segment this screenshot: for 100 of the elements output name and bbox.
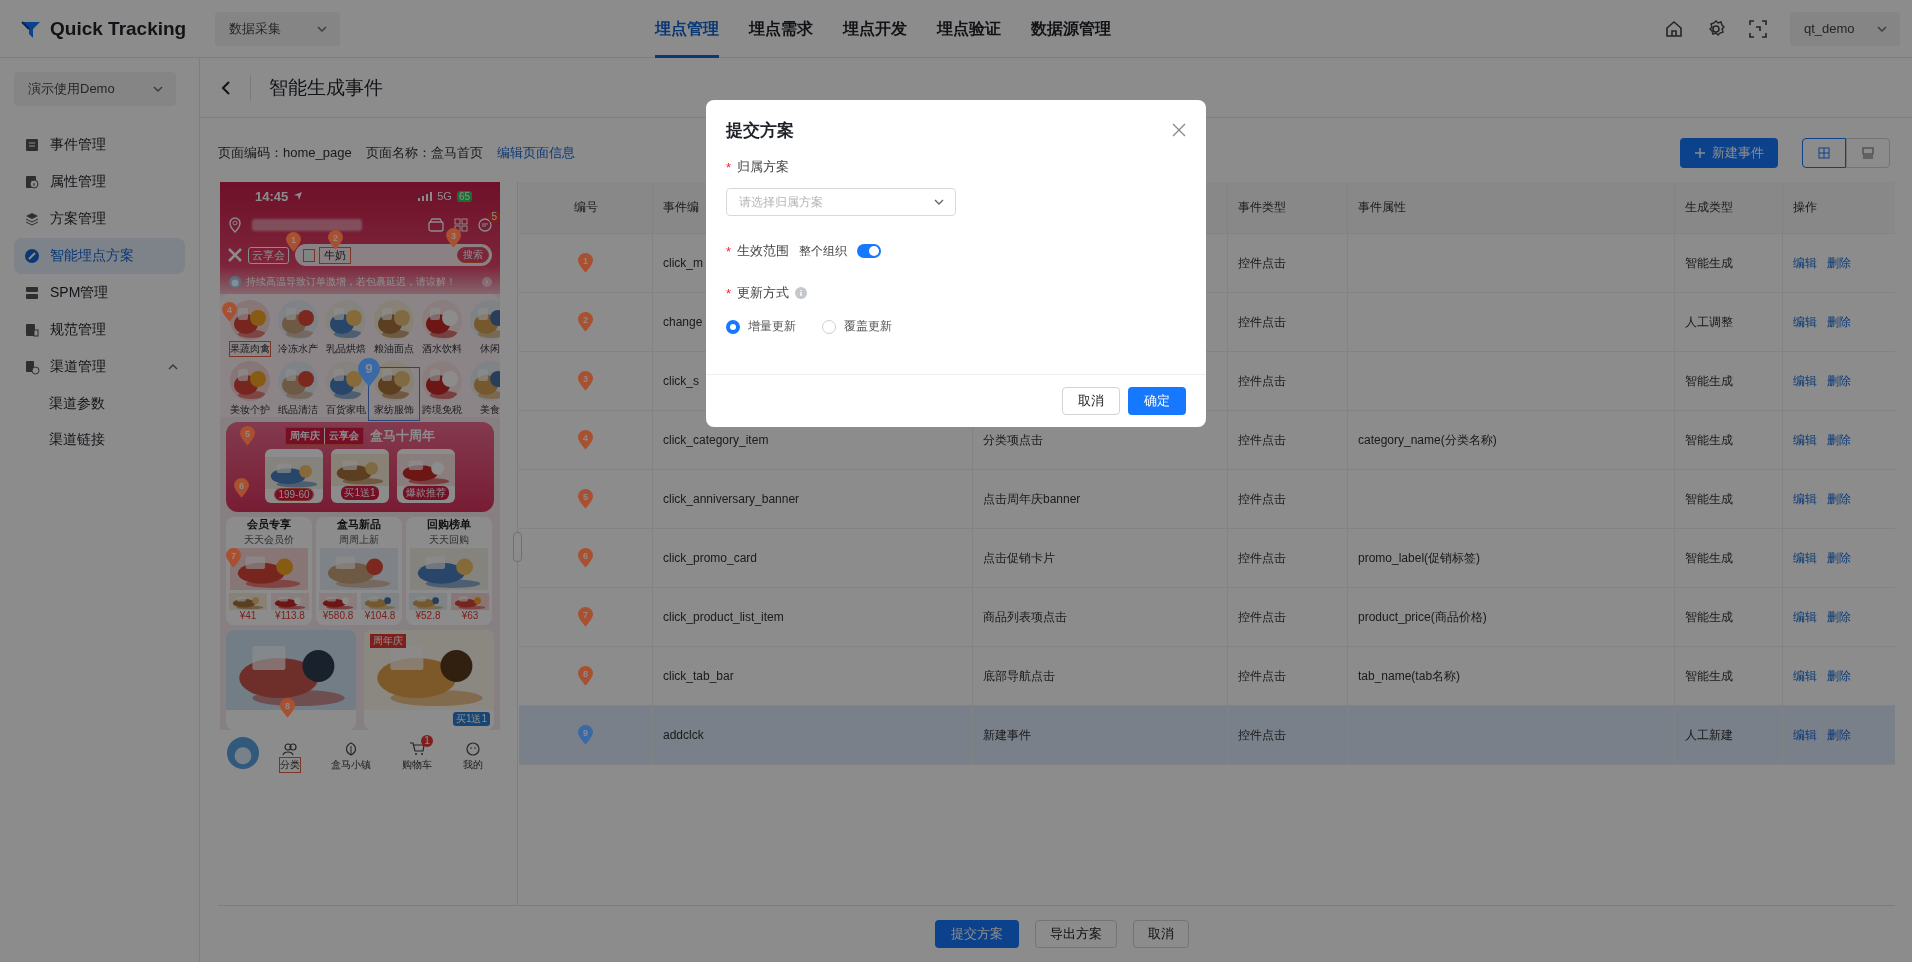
footer-button[interactable]: 取消 xyxy=(1132,920,1189,948)
grid-icon xyxy=(1818,147,1830,159)
sidebar-item[interactable]: 方案管理 xyxy=(14,201,185,237)
delete-link[interactable]: 删除 xyxy=(1827,254,1851,272)
edit-page-link[interactable]: 编辑页面信息 xyxy=(496,144,575,162)
back-icon[interactable] xyxy=(220,79,232,96)
category-label[interactable]: 美食 xyxy=(480,403,500,417)
sidebar-item[interactable]: 事件管理 xyxy=(14,127,185,163)
table-cell: 控件点击 xyxy=(1238,431,1286,449)
count-badge: 1 xyxy=(421,734,433,747)
mascot-avatar-icon[interactable] xyxy=(227,737,260,769)
marker-pin: 4 xyxy=(578,430,593,450)
category-label[interactable]: 果蔬肉禽 xyxy=(230,342,270,356)
cancel-button[interactable]: 取消 xyxy=(1062,387,1120,415)
nav-tab[interactable]: 埋点需求 xyxy=(749,0,813,58)
edit-link[interactable]: 编辑 xyxy=(1793,549,1817,567)
submit-button[interactable]: 提交方案 xyxy=(934,920,1019,948)
delete-link[interactable]: 删除 xyxy=(1827,549,1851,567)
category-label[interactable]: 冷冻水产 xyxy=(278,342,318,356)
delete-link[interactable]: 删除 xyxy=(1827,431,1851,449)
card-view-button[interactable] xyxy=(1846,138,1890,168)
product-section-card[interactable]: 盒马新品 周周上新 ¥580.8 ¥104.8 xyxy=(316,517,402,625)
delete-link[interactable]: 删除 xyxy=(1827,490,1851,508)
radio-option[interactable]: 覆盖更新 xyxy=(822,318,892,335)
table-cell: 人工调整 xyxy=(1685,313,1733,331)
category-label[interactable]: 酒水饮料 xyxy=(422,342,462,356)
search-button[interactable]: 搜索 xyxy=(457,247,489,263)
column-header: 事件类型 xyxy=(1238,199,1286,216)
phone-tab[interactable]: 分类 xyxy=(274,734,311,772)
table-view-button[interactable] xyxy=(1802,138,1846,168)
category-label[interactable]: 粮油面点 xyxy=(374,342,414,356)
edit-link[interactable]: 编辑 xyxy=(1793,726,1817,744)
category-label[interactable]: 纸品清洁 xyxy=(278,403,318,417)
edit-link[interactable]: 编辑 xyxy=(1793,431,1817,449)
sidebar-item[interactable]: SPM管理 xyxy=(14,275,185,311)
table-cell: 控件点击 xyxy=(1238,667,1286,685)
required-mark: * xyxy=(726,243,732,259)
phone-tab[interactable]: 我的 xyxy=(456,734,493,772)
category-label[interactable]: 家纺服饰 xyxy=(374,403,414,417)
sidebar-item[interactable]: 规范管理 xyxy=(14,312,185,348)
home-icon[interactable] xyxy=(1664,18,1684,39)
edit-link[interactable]: 编辑 xyxy=(1793,490,1817,508)
confirm-button[interactable]: 确定 xyxy=(1128,387,1186,415)
location-pin-icon xyxy=(228,217,242,233)
delete-link[interactable]: 删除 xyxy=(1827,667,1851,685)
delete-link[interactable]: 删除 xyxy=(1827,372,1851,390)
x-logo-icon xyxy=(228,248,242,262)
product-section-card[interactable]: 回购榜单 天天回购 ¥52.8 ¥63 xyxy=(406,517,492,625)
product-select[interactable]: 数据采集 xyxy=(215,11,340,46)
banner-title: 盒马十周年 xyxy=(370,427,435,445)
sidebar-subitem[interactable]: 渠道链接 xyxy=(14,422,185,457)
new-event-button[interactable]: 新建事件 xyxy=(1680,138,1778,168)
server-icon xyxy=(24,285,40,301)
edit-link[interactable]: 编辑 xyxy=(1793,667,1817,685)
plan-select[interactable]: 请选择归属方案 xyxy=(726,188,956,216)
required-mark: * xyxy=(726,159,732,175)
delete-link[interactable]: 删除 xyxy=(1827,313,1851,331)
mascot-icon xyxy=(228,275,242,289)
delete-link[interactable]: 删除 xyxy=(1827,608,1851,626)
smiley-icon xyxy=(464,741,481,756)
delete-link[interactable]: 删除 xyxy=(1827,726,1851,744)
promo-card[interactable]: 爆款推荐 xyxy=(397,449,455,503)
nav-tab[interactable]: 埋点管理 xyxy=(655,0,719,58)
column-header: 操作 xyxy=(1793,199,1817,216)
search-field[interactable]: 牛奶 搜索 xyxy=(295,244,492,266)
sidebar-subitem[interactable]: 渠道参数 xyxy=(14,386,185,421)
sidebar-item[interactable]: 属性管理 xyxy=(14,164,185,200)
edit-link[interactable]: 编辑 xyxy=(1793,254,1817,272)
category-label[interactable]: 百货家电 xyxy=(326,403,366,417)
category-label[interactable]: 乳品烘焙 xyxy=(326,342,366,356)
nav-tab[interactable]: 数据源管理 xyxy=(1031,0,1111,58)
sidebar-item[interactable]: 渠道管理 xyxy=(14,349,185,385)
table-cell: 新建事件 xyxy=(983,726,1031,744)
project-select[interactable]: 演示使用Demo xyxy=(14,72,176,106)
phone-tab[interactable]: 盒马小镇 xyxy=(325,734,381,772)
edit-link[interactable]: 编辑 xyxy=(1793,372,1817,390)
phone-tab[interactable]: 1 购物车 xyxy=(395,734,442,772)
edit-link[interactable]: 编辑 xyxy=(1793,313,1817,331)
footer-button[interactable]: 导出方案 xyxy=(1034,920,1117,948)
table-cell: click_category_item xyxy=(663,433,769,447)
nav-tab[interactable]: 埋点验证 xyxy=(937,0,1001,58)
price-label: ¥104.8 xyxy=(364,610,396,621)
category-label[interactable]: 休闲 xyxy=(480,342,500,356)
radio-option[interactable]: 增量更新 xyxy=(726,318,796,335)
user-select[interactable]: qt_demo xyxy=(1790,11,1900,46)
table-cell: addclck xyxy=(663,728,704,742)
promo-card[interactable]: 买1送1 xyxy=(331,449,389,503)
close-icon[interactable] xyxy=(1172,123,1186,137)
nav-tab[interactable]: 埋点开发 xyxy=(843,0,907,58)
sidebar-item[interactable]: 智能埋点方案 xyxy=(14,238,185,274)
layers-icon xyxy=(24,211,40,227)
edit-link[interactable]: 编辑 xyxy=(1793,608,1817,626)
promo-card[interactable]: 199-60 xyxy=(265,449,323,503)
scope-switch[interactable] xyxy=(857,244,882,258)
category-label[interactable]: 美妆个护 xyxy=(230,403,270,417)
page-info-text: 页面名称：盒马首页 xyxy=(365,144,483,162)
category-label[interactable]: 跨境免税 xyxy=(422,403,462,417)
field-label: 归属方案 xyxy=(737,158,790,176)
message-icon[interactable] xyxy=(478,218,492,232)
scan-icon[interactable] xyxy=(1748,18,1768,39)
